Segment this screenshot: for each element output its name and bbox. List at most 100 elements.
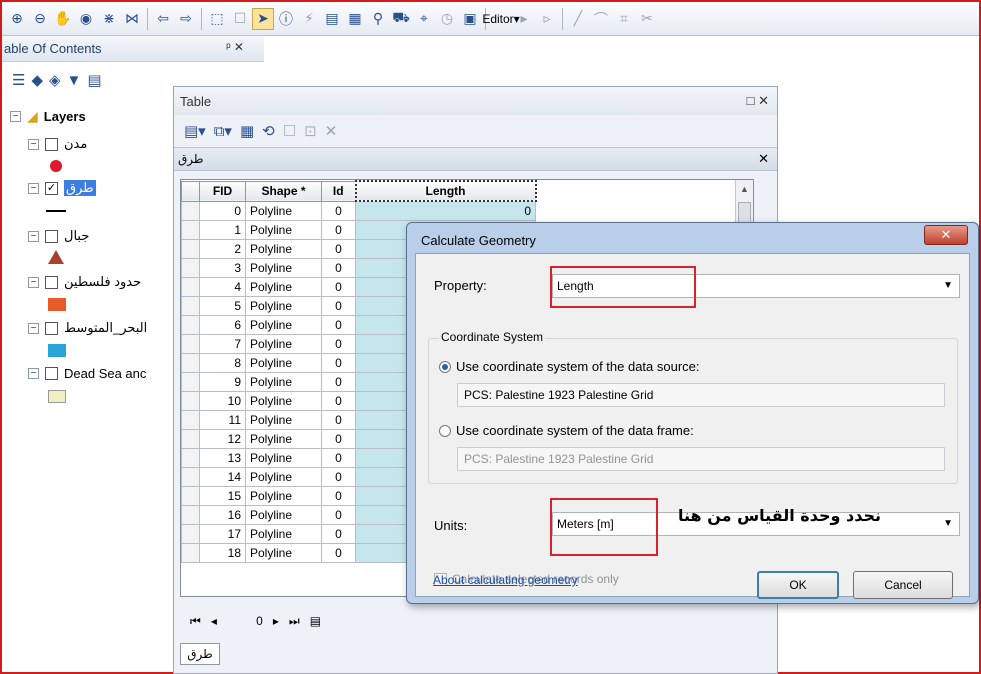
clear-selection-icon[interactable]: ☐ <box>229 8 251 30</box>
id-cell[interactable]: 0 <box>321 219 356 240</box>
delete-selected-icon[interactable]: ✕ <box>325 122 338 140</box>
scroll-up-icon[interactable]: ▲ <box>740 184 749 194</box>
layer-row-mediterranean[interactable]: − البحر_المتوسط <box>28 320 147 336</box>
id-cell[interactable]: 0 <box>321 466 356 487</box>
row-selector[interactable] <box>181 333 200 354</box>
row-selector[interactable] <box>181 257 200 278</box>
row-selector[interactable] <box>181 523 200 544</box>
id-cell[interactable]: 0 <box>321 371 356 392</box>
fid-cell[interactable]: 1 <box>199 219 246 240</box>
time-slider-icon[interactable]: ◷ <box>436 8 458 30</box>
row-selector[interactable] <box>181 295 200 316</box>
fixed-zoom-in-icon[interactable]: ⋇ <box>98 8 120 30</box>
bottom-table-tab[interactable]: طرق <box>180 643 220 665</box>
end-point-arc-icon[interactable]: ⌒ <box>590 8 612 30</box>
layer-visibility-checkbox[interactable] <box>45 275 58 289</box>
collapse-icon[interactable]: − <box>28 276 39 288</box>
first-record-icon[interactable]: ⏮ <box>190 614 201 629</box>
layer-visibility-checkbox[interactable] <box>45 321 58 335</box>
fid-cell[interactable]: 12 <box>199 428 246 449</box>
clear-selection-icon[interactable]: ☐ <box>283 122 296 140</box>
collapse-icon[interactable]: − <box>28 182 39 194</box>
shape-cell[interactable]: Polyline <box>245 466 322 487</box>
back-icon[interactable]: ⇦ <box>152 8 174 30</box>
row-selector[interactable] <box>181 219 200 240</box>
fid-cell[interactable]: 10 <box>199 390 246 411</box>
next-record-icon[interactable]: ▸ <box>273 614 279 628</box>
row-selector[interactable] <box>181 409 200 430</box>
fid-cell[interactable]: 6 <box>199 314 246 335</box>
find-icon[interactable]: ⚲ <box>367 8 389 30</box>
row-selector[interactable] <box>181 466 200 487</box>
shape-cell[interactable]: Polyline <box>245 542 322 563</box>
related-tables-icon[interactable]: ⧉▾ <box>214 122 232 140</box>
fid-cell[interactable]: 7 <box>199 333 246 354</box>
id-cell[interactable]: 0 <box>321 257 356 278</box>
fid-cell[interactable]: 5 <box>199 295 246 316</box>
select-features-icon[interactable]: ⬚ <box>206 8 228 30</box>
shape-cell[interactable]: Polyline <box>245 447 322 468</box>
table-tab[interactable]: طرق ✕ <box>174 147 777 171</box>
list-by-visibility-icon[interactable]: ◈ <box>49 71 61 89</box>
layer-row-palestine-borders[interactable]: − حدود فلسطين <box>28 274 141 290</box>
straight-segment-icon[interactable]: ╱ <box>567 8 589 30</box>
collapse-icon[interactable]: − <box>10 111 21 122</box>
edit-tool-icon[interactable]: ▸ <box>513 8 535 30</box>
column-header[interactable]: FID <box>199 180 246 202</box>
id-cell[interactable]: 0 <box>321 542 356 563</box>
shape-cell[interactable]: Polyline <box>245 504 322 525</box>
shape-cell[interactable]: Polyline <box>245 219 322 240</box>
create-viewer-icon[interactable]: ▣ <box>459 8 481 30</box>
layer-visibility-checkbox[interactable] <box>45 367 58 380</box>
row-selector[interactable] <box>181 352 200 373</box>
row-selector[interactable] <box>181 447 200 468</box>
current-record[interactable]: 0 <box>227 614 263 628</box>
layer-visibility-checkbox[interactable]: ✓ <box>45 181 58 195</box>
zoom-to-selected-icon[interactable]: ⊡ <box>304 122 317 140</box>
split-icon[interactable]: ✂ <box>636 8 658 30</box>
show-all-records-icon[interactable]: ▤ <box>310 614 321 628</box>
length-cell[interactable]: 0 <box>355 200 536 221</box>
trace-icon[interactable]: ⌗ <box>613 8 635 30</box>
ok-button[interactable]: OK <box>757 571 839 599</box>
id-cell[interactable]: 0 <box>321 447 356 468</box>
forward-icon[interactable]: ⇨ <box>175 8 197 30</box>
tree-root[interactable]: − ◢ Layers <box>10 108 86 125</box>
table-window-controls[interactable]: □ ✕ <box>747 93 769 109</box>
fid-cell[interactable]: 17 <box>199 523 246 544</box>
collapse-icon[interactable]: − <box>28 230 39 242</box>
shape-cell[interactable]: Polyline <box>245 428 322 449</box>
radio-data-frame[interactable]: Use coordinate system of the data frame: <box>439 423 694 438</box>
last-record-icon[interactable]: ⏭ <box>289 614 300 629</box>
shape-cell[interactable]: Polyline <box>245 333 322 354</box>
id-cell[interactable]: 0 <box>321 409 356 430</box>
row-selector[interactable] <box>181 390 200 411</box>
fid-cell[interactable]: 4 <box>199 276 246 297</box>
fid-cell[interactable]: 14 <box>199 466 246 487</box>
dialog-close-button[interactable]: ✕ <box>924 225 968 245</box>
column-header-selected[interactable]: Length <box>354 180 537 202</box>
id-cell[interactable]: 0 <box>321 352 356 373</box>
row-selector[interactable] <box>181 314 200 335</box>
layer-visibility-checkbox[interactable] <box>45 137 58 151</box>
fid-cell[interactable]: 2 <box>199 238 246 259</box>
radio-data-source[interactable]: Use coordinate system of the data source… <box>439 359 700 374</box>
hyperlink-icon[interactable]: ⚡ <box>298 8 320 30</box>
fid-cell[interactable]: 11 <box>199 409 246 430</box>
go-to-xy-icon[interactable]: ⌖ <box>413 8 435 30</box>
layer-row-roads[interactable]: − ✓ طرق <box>28 180 96 196</box>
collapse-icon[interactable]: − <box>28 368 39 379</box>
shape-cell[interactable]: Polyline <box>245 200 322 221</box>
id-cell[interactable]: 0 <box>321 390 356 411</box>
identify-icon[interactable]: ⓘ <box>275 8 297 30</box>
shape-cell[interactable]: Polyline <box>245 352 322 373</box>
row-selector[interactable] <box>181 371 200 392</box>
id-cell[interactable]: 0 <box>321 238 356 259</box>
options-icon[interactable]: ▤ <box>87 71 101 89</box>
cancel-button[interactable]: Cancel <box>853 571 953 599</box>
row-selector[interactable] <box>181 276 200 297</box>
row-selector[interactable] <box>181 542 200 563</box>
id-cell[interactable]: 0 <box>321 485 356 506</box>
list-by-selection-icon[interactable]: ▼ <box>67 72 82 89</box>
fid-cell[interactable]: 9 <box>199 371 246 392</box>
